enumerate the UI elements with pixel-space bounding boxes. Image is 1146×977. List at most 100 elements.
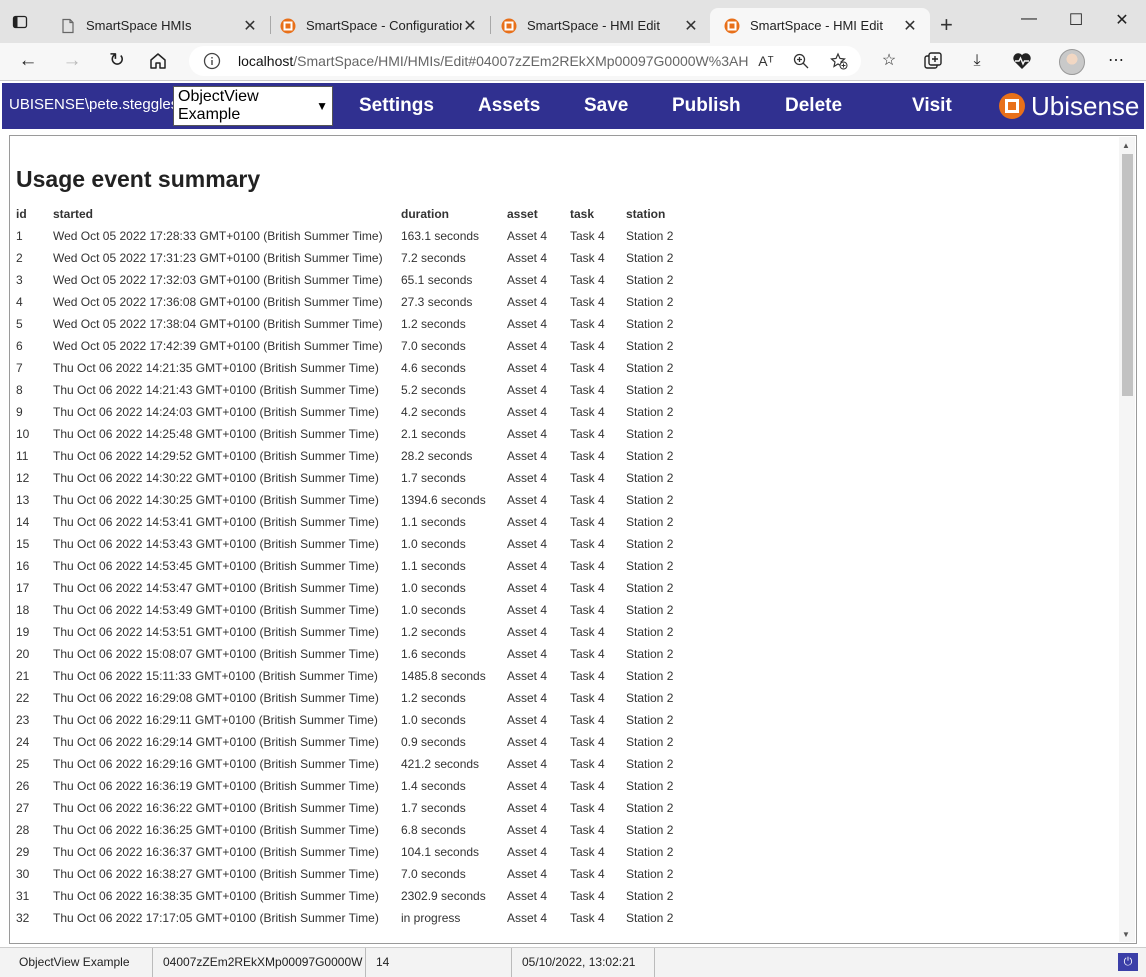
cell-id: 21 bbox=[16, 669, 30, 683]
delete-button[interactable]: Delete bbox=[785, 95, 842, 117]
cell-station: Station 2 bbox=[626, 427, 674, 441]
scrollbar-thumb[interactable] bbox=[1122, 154, 1133, 396]
cell-duration: 0.9 seconds bbox=[401, 735, 466, 749]
tab-smartspace-hmis[interactable]: SmartSpace HMIs ✕ bbox=[46, 8, 270, 43]
scroll-up-icon[interactable]: ▲ bbox=[1122, 141, 1130, 150]
cell-asset: Asset 4 bbox=[507, 559, 548, 573]
brand-name: Ubisense bbox=[1031, 90, 1140, 121]
cell-task: Task 4 bbox=[570, 295, 605, 309]
tab-smartspace-hmi-edit-active[interactable]: SmartSpace - HMI Edit ✕ bbox=[710, 8, 930, 43]
cell-started: Thu Oct 06 2022 14:53:43 GMT+0100 (Briti… bbox=[53, 537, 379, 551]
cell-duration: 1.0 seconds bbox=[401, 603, 466, 617]
cell-duration: 1.0 seconds bbox=[401, 581, 466, 595]
download-icon[interactable]: ⤓ bbox=[966, 50, 988, 72]
cell-id: 28 bbox=[16, 823, 30, 837]
info-icon[interactable] bbox=[203, 52, 221, 70]
cell-station: Station 2 bbox=[626, 229, 674, 243]
cell-asset: Asset 4 bbox=[507, 339, 548, 353]
browser-essentials-icon[interactable] bbox=[1011, 50, 1033, 72]
table-row: 21 Thu Oct 06 2022 15:11:33 GMT+0100 (Bri… bbox=[16, 665, 686, 687]
back-arrow-icon[interactable]: ← bbox=[16, 49, 40, 73]
collections-icon[interactable] bbox=[922, 50, 944, 72]
close-icon[interactable]: ✕ bbox=[683, 16, 699, 36]
add-favorite-icon[interactable] bbox=[830, 52, 848, 70]
cell-id: 2 bbox=[16, 251, 23, 265]
cell-duration: 27.3 seconds bbox=[401, 295, 473, 309]
cell-started: Thu Oct 06 2022 15:08:07 GMT+0100 (Briti… bbox=[53, 647, 379, 661]
chevron-down-icon: ▼ bbox=[316, 99, 328, 113]
cell-started: Thu Oct 06 2022 15:11:33 GMT+0100 (Briti… bbox=[53, 669, 378, 683]
table-row: 30 Thu Oct 06 2022 16:38:27 GMT+0100 (Bri… bbox=[16, 863, 686, 885]
usage-table-body: 1 Wed Oct 05 2022 17:28:33 GMT+0100 (Brit… bbox=[16, 225, 686, 929]
table-row: 19 Thu Oct 06 2022 14:53:51 GMT+0100 (Bri… bbox=[16, 621, 686, 643]
assets-button[interactable]: Assets bbox=[478, 95, 540, 117]
table-row: 16 Thu Oct 06 2022 14:53:45 GMT+0100 (Bri… bbox=[16, 555, 686, 577]
visit-button[interactable]: Visit bbox=[912, 95, 952, 117]
cell-task: Task 4 bbox=[570, 911, 605, 925]
forward-arrow-icon[interactable]: → bbox=[60, 49, 84, 73]
cell-duration: 1.7 seconds bbox=[401, 801, 466, 815]
settings-button[interactable]: Settings bbox=[359, 95, 434, 117]
tab-actions-icon[interactable] bbox=[12, 14, 28, 30]
column-header-station: station bbox=[626, 207, 666, 221]
cell-id: 1 bbox=[16, 229, 23, 243]
read-aloud-icon[interactable]: Aᵀ bbox=[757, 52, 775, 70]
cell-asset: Asset 4 bbox=[507, 867, 548, 881]
table-row: 23 Thu Oct 06 2022 16:29:11 GMT+0100 (Bri… bbox=[16, 709, 686, 731]
cell-asset: Asset 4 bbox=[507, 801, 548, 815]
table-row: 7 Thu Oct 06 2022 14:21:35 GMT+0100 (Brit… bbox=[16, 357, 686, 379]
cell-started: Wed Oct 05 2022 17:28:33 GMT+0100 (Briti… bbox=[53, 229, 383, 243]
cell-started: Thu Oct 06 2022 14:53:47 GMT+0100 (Briti… bbox=[53, 581, 379, 595]
refresh-icon[interactable]: ↻ bbox=[105, 49, 129, 73]
cell-started: Thu Oct 06 2022 16:36:19 GMT+0100 (Briti… bbox=[53, 779, 379, 793]
cell-started: Wed Oct 05 2022 17:38:04 GMT+0100 (Briti… bbox=[53, 317, 383, 331]
vertical-scrollbar[interactable]: ▲ ▼ bbox=[1119, 137, 1135, 942]
tab-smartspace-configuration[interactable]: SmartSpace - Configuration ✕ bbox=[266, 8, 490, 43]
maximize-icon[interactable]: ☐ bbox=[1066, 10, 1086, 30]
cell-id: 3 bbox=[16, 273, 23, 287]
cell-asset: Asset 4 bbox=[507, 361, 548, 375]
usage-summary: Usage event summary id started duration … bbox=[16, 166, 686, 929]
new-tab-icon[interactable]: + bbox=[940, 12, 953, 38]
scroll-down-icon[interactable]: ▼ bbox=[1122, 930, 1130, 939]
more-icon[interactable]: ⋯ bbox=[1105, 50, 1127, 72]
page-title: Usage event summary bbox=[16, 166, 261, 192]
cell-station: Station 2 bbox=[626, 735, 674, 749]
close-icon[interactable]: ✕ bbox=[242, 16, 258, 36]
status-icon[interactable]: ⏻ bbox=[1118, 953, 1138, 971]
cell-id: 24 bbox=[16, 735, 30, 749]
minimize-icon[interactable]: — bbox=[1019, 10, 1039, 28]
page-icon bbox=[62, 18, 74, 33]
cell-asset: Asset 4 bbox=[507, 229, 548, 243]
cell-id: 5 bbox=[16, 317, 23, 331]
cell-duration: 65.1 seconds bbox=[401, 273, 473, 287]
cell-asset: Asset 4 bbox=[507, 757, 548, 771]
close-icon[interactable]: ✕ bbox=[902, 16, 918, 36]
cell-started: Thu Oct 06 2022 14:53:41 GMT+0100 (Briti… bbox=[53, 515, 379, 529]
home-icon[interactable] bbox=[148, 51, 168, 71]
favorites-icon[interactable]: ☆ bbox=[878, 50, 900, 72]
table-row: 17 Thu Oct 06 2022 14:53:47 GMT+0100 (Bri… bbox=[16, 577, 686, 599]
cell-started: Thu Oct 06 2022 14:21:43 GMT+0100 (Briti… bbox=[53, 383, 379, 397]
hmi-select[interactable]: ObjectView Example ▼ bbox=[173, 86, 333, 126]
smartspace-logo-icon bbox=[724, 18, 740, 33]
save-button[interactable]: Save bbox=[584, 95, 628, 117]
table-row: 32 Thu Oct 06 2022 17:17:05 GMT+0100 (Bri… bbox=[16, 907, 686, 929]
address-bar[interactable]: localhost/SmartSpace/HMI/HMIs/Edit#04007… bbox=[189, 46, 861, 76]
table-row: 2 Wed Oct 05 2022 17:31:23 GMT+0100 (Brit… bbox=[16, 247, 686, 269]
publish-button[interactable]: Publish bbox=[672, 95, 741, 117]
cell-task: Task 4 bbox=[570, 647, 605, 661]
cell-task: Task 4 bbox=[570, 867, 605, 881]
tab-smartspace-hmi-edit[interactable]: SmartSpace - HMI Edit ✕ bbox=[487, 8, 711, 43]
cell-id: 20 bbox=[16, 647, 30, 661]
cell-station: Station 2 bbox=[626, 515, 674, 529]
cell-task: Task 4 bbox=[570, 581, 605, 595]
close-window-icon[interactable]: ✕ bbox=[1112, 10, 1132, 30]
zoom-icon[interactable] bbox=[792, 52, 810, 70]
cell-duration: 1.4 seconds bbox=[401, 779, 466, 793]
cell-duration: 5.2 seconds bbox=[401, 383, 466, 397]
close-icon[interactable]: ✕ bbox=[462, 16, 478, 36]
cell-station: Station 2 bbox=[626, 493, 674, 507]
profile-avatar[interactable] bbox=[1059, 49, 1085, 75]
url-text[interactable]: localhost/SmartSpace/HMI/HMIs/Edit#04007… bbox=[238, 53, 748, 69]
